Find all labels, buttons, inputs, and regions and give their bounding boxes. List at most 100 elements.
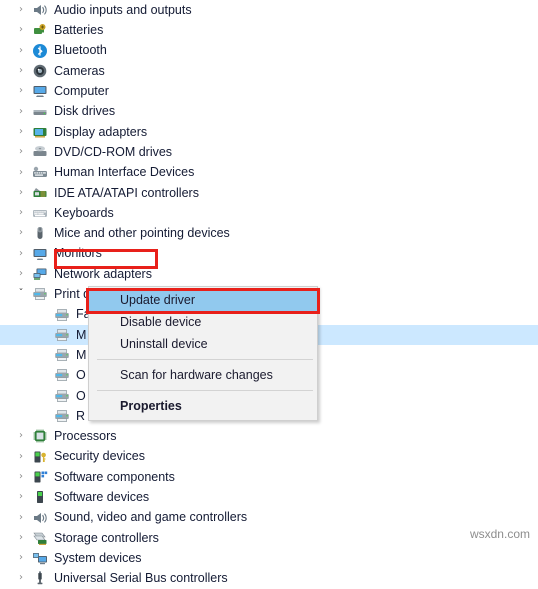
menu-item-disable-device[interactable]: Disable device xyxy=(89,311,317,333)
battery-icon xyxy=(31,22,48,38)
chevron-right-icon[interactable]: › xyxy=(14,512,28,523)
camera-icon xyxy=(31,63,48,79)
tree-item-network-adapters[interactable]: › Network adapters xyxy=(0,264,538,284)
tree-item-universal-serial-bus-controllers[interactable]: › Universal Serial Bus controllers xyxy=(0,568,538,588)
tree-item-label: System devices xyxy=(54,550,142,565)
ide-controller-icon xyxy=(31,185,48,201)
tree-item-label: Audio inputs and outputs xyxy=(54,2,192,17)
chevron-right-icon[interactable]: › xyxy=(14,553,28,563)
tree-item-label: Human Interface Devices xyxy=(54,165,195,180)
chevron-down-icon[interactable]: ˇ xyxy=(14,289,28,299)
tree-item-label: Bluetooth xyxy=(54,43,107,58)
tree-item-label: M xyxy=(76,327,87,342)
chevron-right-icon[interactable]: › xyxy=(14,471,28,482)
tree-item-bluetooth[interactable]: › Bluetooth xyxy=(0,41,538,61)
tree-item-cameras[interactable]: › Cameras xyxy=(0,61,538,81)
tree-item-display-adapters[interactable]: › Display adapters xyxy=(0,122,538,142)
tree-item-system-devices[interactable]: › System devices xyxy=(0,548,538,568)
tree-item-label: Security devices xyxy=(54,449,146,464)
tree-item-label: DVD/CD-ROM drives xyxy=(54,144,173,159)
tree-item-label: M xyxy=(76,347,87,362)
context-menu[interactable]: Update driver Disable device Uninstall dev… xyxy=(88,286,318,421)
chevron-right-icon[interactable]: › xyxy=(14,25,28,35)
chevron-right-icon[interactable]: › xyxy=(14,532,28,543)
computer-icon xyxy=(31,83,48,99)
tree-item-label: Disk drives xyxy=(54,104,116,119)
menu-item-uninstall-device[interactable]: Uninstall device xyxy=(89,333,317,355)
speaker-icon xyxy=(31,510,48,526)
tree-item-label: Network adapters xyxy=(54,266,152,281)
tree-item-ide-ata-atapi-controllers[interactable]: › IDE ATA/ATAPI controllers xyxy=(0,183,538,203)
usb-icon xyxy=(31,570,48,586)
tree-item-label: Display adapters xyxy=(54,124,148,139)
disk-drive-icon xyxy=(31,104,48,120)
security-device-icon xyxy=(31,449,48,465)
monitor-icon xyxy=(31,246,48,262)
chevron-right-icon[interactable]: › xyxy=(14,431,28,441)
processor-icon xyxy=(31,428,48,444)
menu-item-scan-for-hardware-changes[interactable]: Scan for hardware changes xyxy=(89,364,317,386)
chevron-right-icon[interactable]: › xyxy=(14,248,28,259)
tree-item-human-interface-devices[interactable]: › Human Interface Devices xyxy=(0,162,538,182)
tree-item-storage-controllers[interactable]: › Storage controllers xyxy=(0,528,538,548)
printer-icon xyxy=(53,327,70,343)
menu-item-update-driver[interactable]: Update driver xyxy=(89,289,317,311)
tree-item-label: Processors xyxy=(54,429,117,444)
tree-item-dvd-cd-rom-drives[interactable]: › DVD/CD-ROM drives xyxy=(0,142,538,162)
bluetooth-icon xyxy=(31,43,48,59)
tree-item-label: O xyxy=(76,388,86,403)
tree-item-label: R xyxy=(76,408,86,423)
menu-item-properties[interactable]: Properties xyxy=(89,395,317,417)
printer-icon xyxy=(53,388,70,404)
chevron-right-icon[interactable]: › xyxy=(14,126,28,137)
tree-item-label: Mice and other pointing devices xyxy=(54,226,230,241)
menu-separator xyxy=(97,359,313,360)
chevron-right-icon[interactable]: › xyxy=(14,208,28,218)
hid-icon xyxy=(31,165,48,181)
chevron-right-icon[interactable]: › xyxy=(14,147,28,157)
network-adapter-icon xyxy=(31,266,48,282)
tree-item-label: Monitors xyxy=(54,246,102,261)
tree-item-label: Storage controllers xyxy=(54,530,159,545)
tree-item-batteries[interactable]: › Batteries xyxy=(0,20,538,40)
tree-item-sound-video-and-game-controllers[interactable]: › Sound, video and game controllers xyxy=(0,507,538,527)
tree-item-label: Universal Serial Bus controllers xyxy=(54,571,228,586)
tree-item-mice-and-other-pointing-devices[interactable]: › Mice and other pointing devices xyxy=(0,223,538,243)
tree-item-label: Software components xyxy=(54,469,175,484)
tree-item-label: Batteries xyxy=(54,23,104,38)
tree-item-label: Software devices xyxy=(54,490,150,505)
tree-item-disk-drives[interactable]: › Disk drives xyxy=(0,101,538,121)
tree-item-security-devices[interactable]: › Security devices xyxy=(0,447,538,467)
chevron-right-icon[interactable]: › xyxy=(14,492,28,502)
chevron-right-icon[interactable]: › xyxy=(14,269,28,279)
chevron-right-icon[interactable]: › xyxy=(14,45,28,56)
chevron-right-icon[interactable]: › xyxy=(14,167,28,178)
chevron-right-icon[interactable]: › xyxy=(14,187,28,198)
tree-item-label: Keyboards xyxy=(54,205,114,220)
printer-icon xyxy=(53,408,70,424)
tree-item-computer[interactable]: › Computer xyxy=(0,81,538,101)
chevron-right-icon[interactable]: › xyxy=(14,573,28,583)
tree-item-monitors[interactable]: › Monitors xyxy=(0,244,538,264)
chevron-right-icon[interactable]: › xyxy=(14,66,28,76)
chevron-right-icon[interactable]: › xyxy=(14,106,28,117)
watermark: wsxdn.com xyxy=(469,527,530,541)
tree-item-label: Sound, video and game controllers xyxy=(54,510,248,525)
storage-controller-icon xyxy=(31,530,48,546)
tree-item-label: Cameras xyxy=(54,63,105,78)
tree-item-keyboards[interactable]: › Keyboards xyxy=(0,203,538,223)
tree-item-processors[interactable]: › Processors xyxy=(0,426,538,446)
chevron-right-icon[interactable]: › xyxy=(14,228,28,238)
system-device-icon xyxy=(31,550,48,566)
printer-icon xyxy=(53,347,70,363)
chevron-right-icon[interactable]: › xyxy=(14,451,28,462)
tree-item-software-components[interactable]: › Software components xyxy=(0,467,538,487)
tree-item-label: Computer xyxy=(54,84,109,99)
chevron-right-icon[interactable]: › xyxy=(14,5,28,15)
mouse-icon xyxy=(31,225,48,241)
chevron-right-icon[interactable]: › xyxy=(14,86,28,96)
tree-item-software-devices[interactable]: › Software devices xyxy=(0,487,538,507)
menu-separator xyxy=(97,390,313,391)
tree-item-audio-inputs-and-outputs[interactable]: › Audio inputs and outputs xyxy=(0,0,538,20)
printer-icon xyxy=(53,307,70,323)
